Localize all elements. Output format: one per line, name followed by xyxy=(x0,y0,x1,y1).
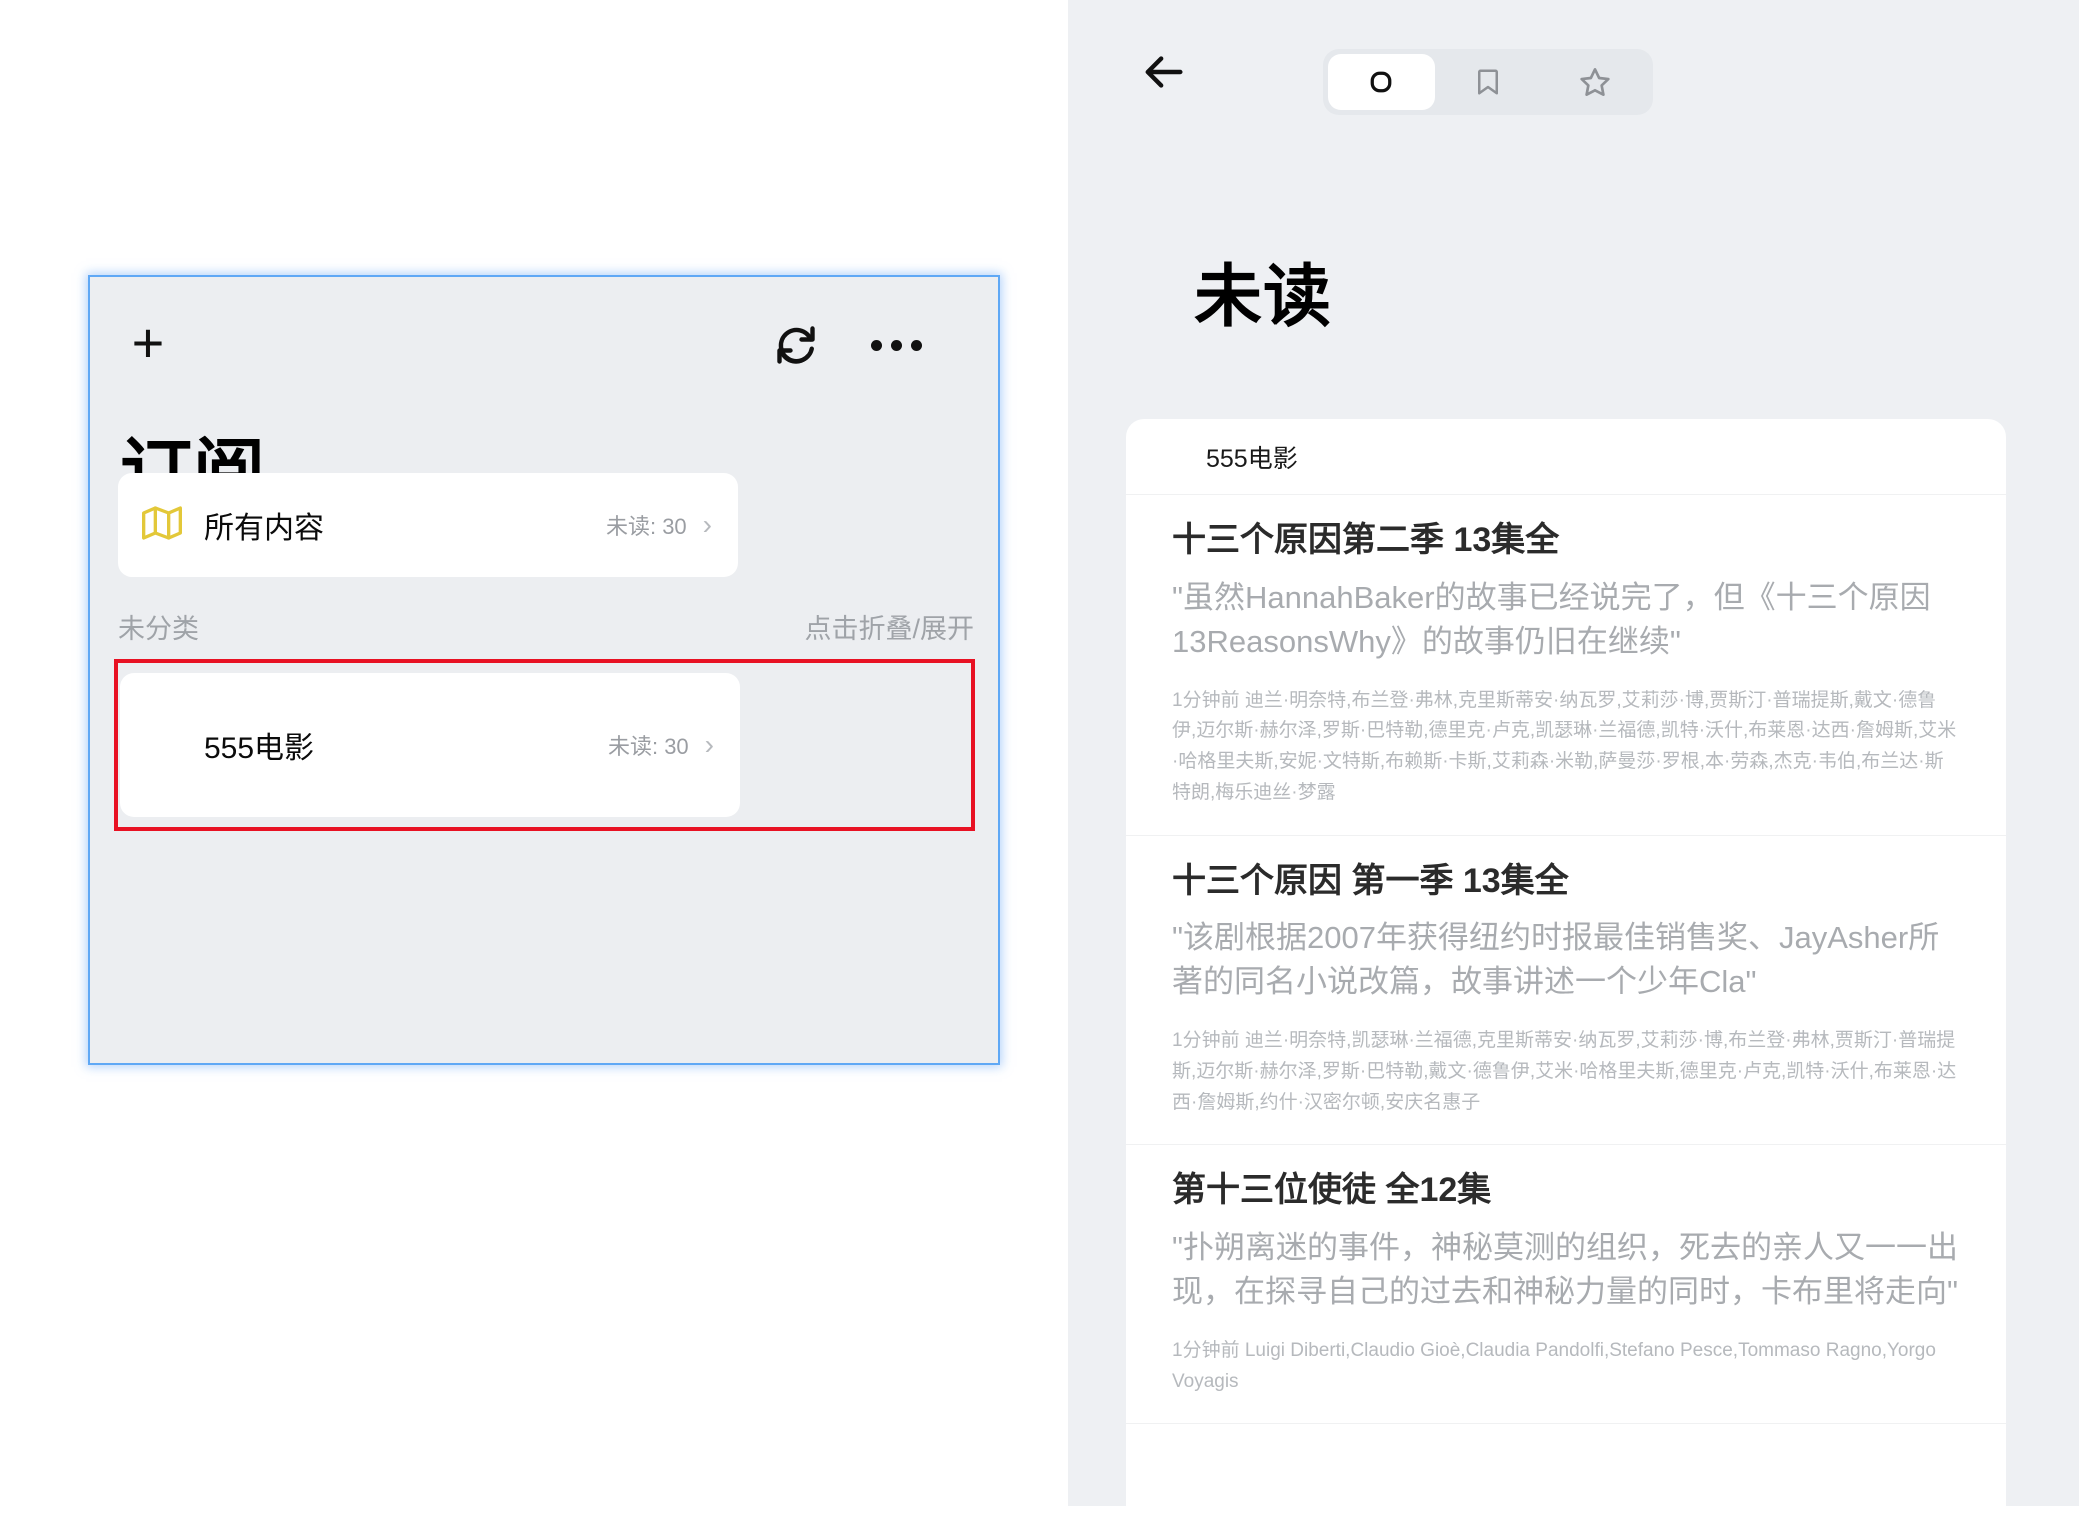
add-subscription-button[interactable]: + xyxy=(120,315,176,371)
chevron-right-icon: › xyxy=(702,509,712,540)
unread-count: 未读: 30 xyxy=(607,734,689,759)
view-filter-segmented-control[interactable] xyxy=(1323,49,1653,115)
tab-unread[interactable] xyxy=(1328,54,1435,110)
star-icon xyxy=(1580,68,1610,96)
article-item[interactable]: 十三个原因第二季 13集全 "虽然HannahBaker的故事已经说完了，但《十… xyxy=(1126,495,2006,836)
refresh-icon xyxy=(777,326,815,364)
sidebar-toolbar: + xyxy=(90,277,998,407)
article-item[interactable]: 十三个原因 第一季 13集全 "该剧根据2007年获得纽约时报最佳销售奖、Jay… xyxy=(1126,836,2006,1146)
tab-bookmarks[interactable] xyxy=(1435,54,1542,110)
article-title: 第十三位使徒 全12集 xyxy=(1172,1171,1492,1210)
category-label: 未分类 xyxy=(118,614,199,644)
reader-pane: 未读 555电影 十三个原因第二季 13集全 "虽然HannahBaker的故事… xyxy=(1068,0,2079,1539)
article-list-card: 555电影 十三个原因第二季 13集全 "虽然HannahBaker的故事已经说… xyxy=(1126,419,2006,1539)
arrow-left-icon xyxy=(1145,56,1183,88)
feed-label: 555电影 xyxy=(204,732,315,765)
sidebar-item-feed-555[interactable]: 555电影 未读: 30 › xyxy=(120,673,740,817)
article-meta: 1分钟前 Luigi Diberti,Claudio Gioè,Claudia … xyxy=(1172,1339,1936,1392)
collapse-expand-hint: 点击折叠/展开 xyxy=(804,614,974,644)
unread-circle-icon xyxy=(1370,71,1392,93)
more-horizontal-icon xyxy=(870,339,922,351)
refresh-button[interactable] xyxy=(772,321,820,369)
bookmark-icon xyxy=(1478,69,1498,95)
article-meta: 1分钟前 迪兰·明奈特,凯瑟琳·兰福德,克里斯蒂安·纳瓦罗,艾莉莎·博,布兰登·… xyxy=(1172,1030,1957,1113)
article-meta: 1分钟前 迪兰·明奈特,布兰登·弗林,克里斯蒂安·纳瓦罗,艾莉莎·博,贾斯汀·普… xyxy=(1172,689,1957,803)
left-pane: + 订阅 xyxy=(0,0,1068,1506)
reader-toolbar xyxy=(1068,0,2079,145)
article-description: "虽然HannahBaker的故事已经说完了，但《十三个原因13ReasonsW… xyxy=(1172,579,1931,659)
plus-icon: + xyxy=(131,311,165,374)
chevron-right-icon: › xyxy=(704,729,714,760)
category-header[interactable]: 未分类 点击折叠/展开 xyxy=(118,607,974,646)
subscription-panel: + 订阅 xyxy=(88,275,1000,1065)
article-description: "扑朔离迷的事件，神秘莫测的组织，死去的亲人又一一出现，在探寻自己的过去和神秘力… xyxy=(1172,1229,1959,1309)
map-icon xyxy=(142,503,182,548)
sidebar-item-label: 所有内容 xyxy=(204,512,324,545)
back-button[interactable] xyxy=(1138,45,1192,99)
article-title: 十三个原因 第一季 13集全 xyxy=(1172,861,1569,900)
feed-name-header: 555电影 xyxy=(1126,419,2006,495)
article-item[interactable]: 第十三位使徒 全12集 "扑朔离迷的事件，神秘莫测的组织，死去的亲人又一一出现，… xyxy=(1126,1145,2006,1425)
article-title: 十三个原因第二季 13集全 xyxy=(1172,521,1560,559)
unread-count: 未读: 30 xyxy=(605,514,687,539)
sidebar-item-all-content[interactable]: 所有内容 未读: 30 › xyxy=(118,473,738,577)
reader-heading: 未读 xyxy=(1194,259,1333,335)
tab-starred[interactable] xyxy=(1541,54,1648,110)
more-options-button[interactable] xyxy=(870,321,922,369)
article-description: "该剧根据2007年获得纽约时报最佳销售奖、JayAsher所著的同名小说改篇，… xyxy=(1172,920,1940,1000)
